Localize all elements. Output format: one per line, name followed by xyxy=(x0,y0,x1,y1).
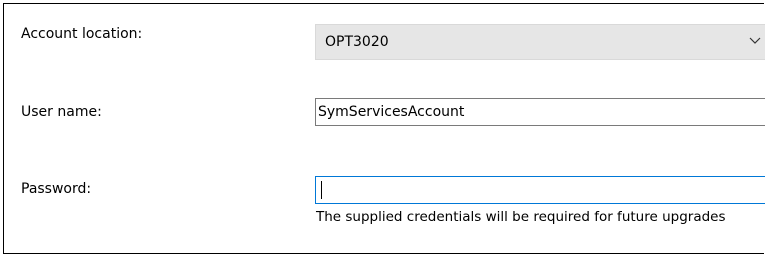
account-location-dropdown[interactable]: OPT3020 xyxy=(315,24,765,60)
text-cursor xyxy=(321,181,322,199)
chevron-down-icon xyxy=(749,37,761,44)
account-location-selected-value: OPT3020 xyxy=(325,34,389,50)
credentials-panel: Account location: OPT3020 User name: Pas… xyxy=(3,3,765,254)
password-hint-text: The supplied credentials will be require… xyxy=(316,209,726,225)
password-label: Password: xyxy=(21,181,92,197)
user-name-label: User name: xyxy=(21,104,102,120)
account-location-label: Account location: xyxy=(21,26,143,42)
user-name-field[interactable] xyxy=(315,98,765,126)
password-field[interactable] xyxy=(315,176,765,204)
